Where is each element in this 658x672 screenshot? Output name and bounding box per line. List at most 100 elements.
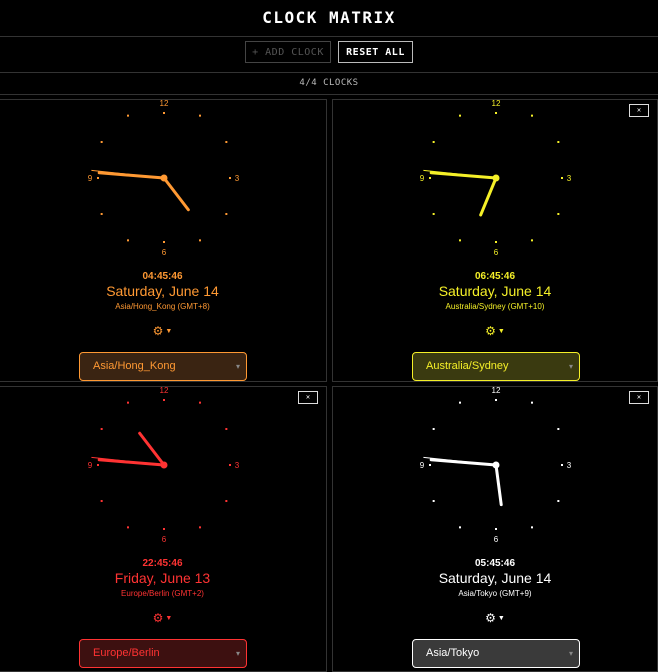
hour-tick	[531, 526, 533, 529]
hour-tick	[432, 428, 435, 430]
hour-tick	[432, 500, 435, 502]
caret-down-icon: ▼	[497, 615, 505, 622]
gear-icon: ⚙	[485, 611, 496, 625]
hour-hand	[494, 463, 503, 507]
numeral-12: 12	[160, 100, 169, 108]
hour-tick	[199, 401, 201, 404]
hour-tick	[495, 528, 497, 530]
hour-tick	[459, 239, 461, 242]
chevron-down-icon: ▾	[235, 362, 240, 371]
numeral-12: 12	[492, 387, 501, 395]
gear-icon: ⚙	[152, 324, 164, 338]
zone-label: Asia/Hong_Kong (GMT+8)	[115, 302, 210, 311]
hour-tick	[495, 112, 497, 114]
analog-clock: 12 3 6 9	[88, 387, 240, 544]
timezone-select[interactable]: Europe/Berlin ▾	[79, 639, 247, 668]
hour-tick	[163, 399, 165, 401]
clock-hub	[492, 461, 500, 469]
hour-tick	[557, 428, 560, 430]
hour-tick	[225, 213, 228, 215]
zone-label: Asia/Tokyo (GMT+9)	[458, 589, 532, 598]
timezone-select[interactable]: Asia/Hong_Kong ▾	[79, 352, 247, 381]
clock-count: 4/4 CLOCKS	[0, 73, 658, 95]
hour-tick	[163, 528, 165, 530]
add-clock-button[interactable]: + ADD CLOCK	[245, 41, 331, 63]
date-text: Friday, June 13	[114, 570, 211, 586]
clock-hub	[492, 174, 500, 182]
hour-tick	[163, 112, 165, 114]
reset-all-button[interactable]: RESET ALL	[338, 41, 413, 63]
caret-down-icon: ▼	[497, 328, 505, 335]
numeral-3: 3	[235, 174, 240, 183]
date-text: Saturday, June 14	[438, 283, 552, 299]
settings-toggle[interactable]: ⚙ ▼	[0, 324, 326, 338]
selected-zone: Asia/Hong_Kong	[93, 360, 176, 372]
hour-tick	[199, 239, 201, 242]
hour-tick	[531, 401, 533, 404]
numeral-6: 6	[494, 535, 499, 544]
numeral-6: 6	[494, 248, 499, 257]
hour-tick	[163, 241, 165, 243]
selected-zone: Australia/Sydney	[426, 360, 509, 372]
hour-tick	[127, 401, 129, 404]
selected-zone: Europe/Berlin	[93, 647, 160, 659]
digital-time: 05:45:46	[474, 558, 516, 569]
hour-tick	[97, 464, 99, 466]
hour-tick	[225, 141, 228, 143]
digital-time: 04:45:46	[142, 271, 183, 282]
numeral-12: 12	[160, 387, 169, 395]
numeral-9: 9	[420, 461, 425, 470]
analog-clock: 12 3 6 9	[420, 387, 572, 544]
digital-time: 22:45:46	[142, 558, 183, 569]
digital-time: 06:45:46	[474, 271, 516, 282]
hour-tick	[561, 464, 563, 466]
hour-tick	[459, 401, 461, 404]
hour-tick	[127, 526, 129, 529]
hour-tick	[100, 213, 103, 215]
settings-toggle[interactable]: ⚙ ▼	[333, 611, 657, 625]
app-title: CLOCK MATRIX	[0, 0, 658, 37]
hour-tick	[229, 177, 231, 179]
hour-tick	[459, 526, 461, 529]
chevron-down-icon: ▾	[235, 649, 240, 658]
hour-tick	[225, 428, 228, 430]
caret-down-icon: ▼	[165, 615, 173, 622]
hour-hand	[138, 431, 166, 467]
numeral-3: 3	[567, 174, 572, 183]
hour-tick	[100, 500, 103, 502]
numeral-3: 3	[235, 461, 240, 470]
chevron-down-icon: ▾	[568, 649, 573, 658]
timezone-select[interactable]: Asia/Tokyo ▾	[412, 639, 580, 668]
zone-label: Europe/Berlin (GMT+2)	[121, 589, 204, 598]
hour-tick	[531, 239, 533, 242]
hour-tick	[561, 177, 563, 179]
caret-down-icon: ▼	[165, 328, 173, 335]
numeral-6: 6	[162, 535, 167, 544]
hour-tick	[557, 213, 560, 215]
hour-tick	[199, 114, 201, 117]
analog-clock: 12 3 6 9	[420, 100, 572, 257]
clock-tile: 12 3 6 9 04:45:46 Saturday, June 14 Asia…	[0, 99, 327, 382]
hour-tick	[97, 177, 99, 179]
numeral-6: 6	[162, 248, 167, 257]
hour-tick	[127, 239, 129, 242]
hour-tick	[229, 464, 231, 466]
settings-toggle[interactable]: ⚙ ▼	[0, 611, 326, 625]
hour-tick	[495, 399, 497, 401]
numeral-3: 3	[567, 461, 572, 470]
gear-icon: ⚙	[152, 611, 164, 625]
hour-tick	[100, 428, 103, 430]
hour-tick	[225, 500, 228, 502]
settings-toggle[interactable]: ⚙ ▼	[333, 324, 657, 338]
chevron-down-icon: ▾	[568, 362, 573, 371]
hour-tick	[100, 141, 103, 143]
toolbar: + ADD CLOCK RESET ALL	[0, 36, 658, 73]
clock-tile: ✕ 12 3 6 9 05:45:46 Saturday, June 14 As…	[332, 386, 658, 672]
hour-hand	[162, 176, 190, 212]
hour-tick	[432, 141, 435, 143]
hour-tick	[531, 114, 533, 117]
gear-icon: ⚙	[485, 324, 496, 338]
timezone-select[interactable]: Australia/Sydney ▾	[412, 352, 580, 381]
hour-tick	[199, 526, 201, 529]
hour-tick	[495, 241, 497, 243]
